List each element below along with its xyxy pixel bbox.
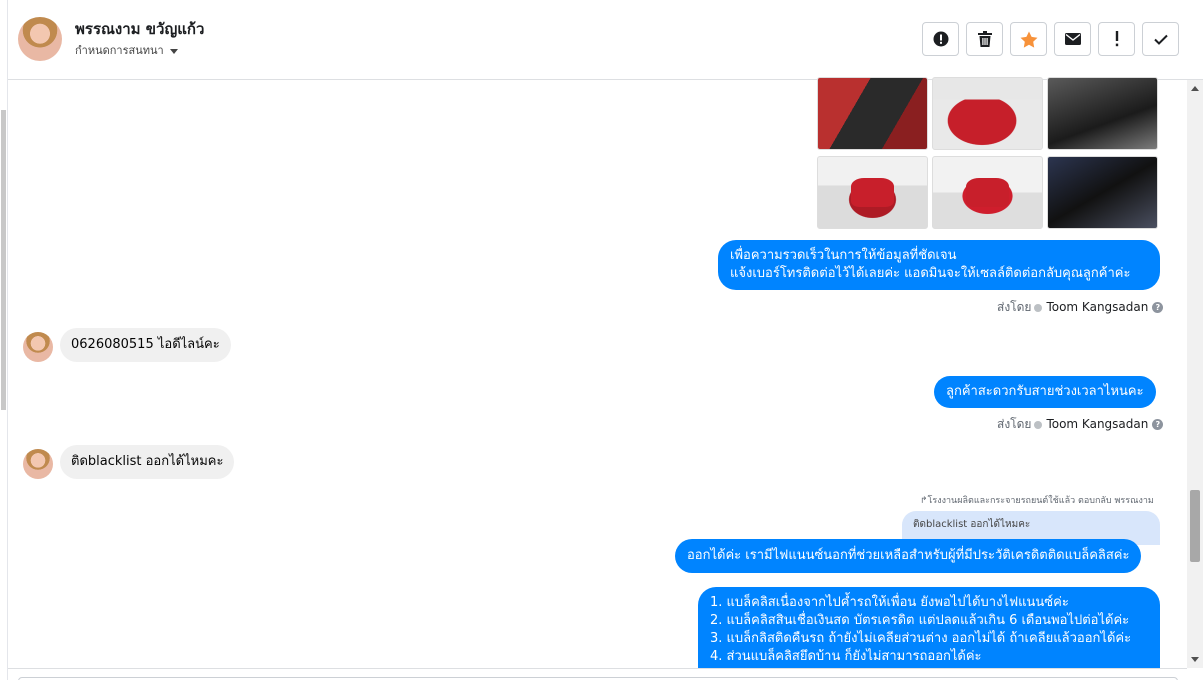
contact-avatar-small[interactable] [23, 332, 53, 362]
left-scrollbar[interactable] [0, 0, 8, 680]
status-dot-icon [1034, 303, 1043, 312]
outgoing-message[interactable]: ลูกค้าสะดวกรับสายช่วงเวลาไหนคะ [934, 376, 1156, 408]
caret-down-icon [169, 48, 178, 54]
car-side-photo[interactable] [817, 156, 928, 229]
sent-by-label: ส่งโดย Toom Kangsadan? [997, 298, 1164, 317]
chat-scrollbar-thumb[interactable] [1190, 490, 1200, 562]
star-button[interactable] [1010, 22, 1047, 56]
mark-unread-button[interactable] [1054, 22, 1091, 56]
car-seat-photo[interactable] [1047, 156, 1158, 229]
sent-by-label: ส่งโดย Toom Kangsadan? [997, 415, 1164, 434]
composer-bar [8, 668, 1187, 680]
envelope-icon [1064, 33, 1081, 45]
outgoing-message[interactable]: 1. แบล็คลิสเนื่องจากไปค้ำรถให้เพื่อน ยัง… [698, 587, 1160, 677]
mark-spam-button[interactable] [922, 22, 959, 56]
sender-name[interactable]: Toom Kangsadan [1046, 417, 1148, 431]
exclamation-icon [1115, 31, 1118, 47]
list-item: 3. แบล็กลิสติดคืนรถ ถ้ายังไม่เคลียส่วนต่… [710, 631, 1132, 646]
scroll-up-icon[interactable] [1191, 86, 1199, 91]
car-interior-photo[interactable] [1047, 77, 1158, 150]
reply-context-label: ↱โรงงานผลิตและกระจายรถยนต์ใช้แล้ว ตอบกลั… [920, 496, 1154, 506]
trash-icon [977, 31, 992, 47]
follow-up-button[interactable] [1098, 22, 1135, 56]
messenger-conversation: พรรณงาม ขวัญแก้ว กำหนดการสนทนา เพื่อความ… [0, 0, 1203, 680]
contact-avatar[interactable] [18, 17, 62, 61]
check-icon [1153, 34, 1168, 45]
incoming-message[interactable]: 0626080515 ไอดีไลน์คะ [60, 328, 231, 362]
contact-avatar-small[interactable] [23, 449, 53, 479]
left-scrollbar-thumb[interactable] [1, 110, 6, 410]
assign-label: กำหนดการสนทนา [75, 44, 164, 57]
header-actions [922, 22, 1179, 56]
list-item: 2. แบล็คลิสสินเชื่อเงินสด บัตรเครดิต แต่… [710, 613, 1130, 628]
outgoing-message[interactable]: เพื่อความรวดเร็วในการให้ข้อมูลที่ชัดเจน … [718, 240, 1160, 290]
car-rear-photo[interactable] [932, 156, 1043, 229]
delete-button[interactable] [966, 22, 1003, 56]
sent-by-prefix: ส่งโดย [997, 300, 1032, 314]
status-dot-icon [1034, 420, 1043, 429]
alert-circle-icon [933, 31, 948, 47]
message-line: เพื่อความรวดเร็วในการให้ข้อมูลที่ชัดเจน [730, 248, 957, 263]
sender-name[interactable]: Toom Kangsadan [1046, 300, 1148, 314]
contact-name[interactable]: พรรณงาม ขวัญแก้ว [75, 17, 204, 41]
message-line: แจ้งเบอร์โทรติดต่อไว้ได้เลยค่ะ แอดมินจะใ… [730, 266, 1131, 281]
sent-by-prefix: ส่งโดย [997, 417, 1032, 431]
star-icon [1020, 31, 1037, 48]
scroll-down-icon[interactable] [1191, 657, 1199, 662]
list-item: 4. ส่วนแบล็คลิสยึดบ้าน ก็ยังไม่สามารถออก… [710, 649, 982, 664]
help-icon[interactable]: ? [1152, 302, 1164, 313]
list-item: 1. แบล็คลิสเนื่องจากไปค้ำรถให้เพื่อน ยัง… [710, 595, 1069, 610]
help-icon[interactable]: ? [1152, 419, 1164, 430]
outgoing-message[interactable]: ออกได้ค่ะ เรามีไฟแนนซ์นอกที่ช่วยเหลือสำห… [675, 539, 1142, 573]
incoming-message[interactable]: ติดblacklist ออกได้ไหมคะ [60, 445, 235, 479]
assign-conversation-dropdown[interactable]: กำหนดการสนทนา [75, 41, 178, 59]
car-door-photo[interactable] [817, 77, 928, 150]
chat-scrollbar[interactable] [1187, 80, 1203, 668]
car-front-photo[interactable] [932, 77, 1043, 150]
mark-done-button[interactable] [1142, 22, 1179, 56]
conversation-header: พรรณงาม ขวัญแก้ว กำหนดการสนทนา [8, 0, 1203, 80]
